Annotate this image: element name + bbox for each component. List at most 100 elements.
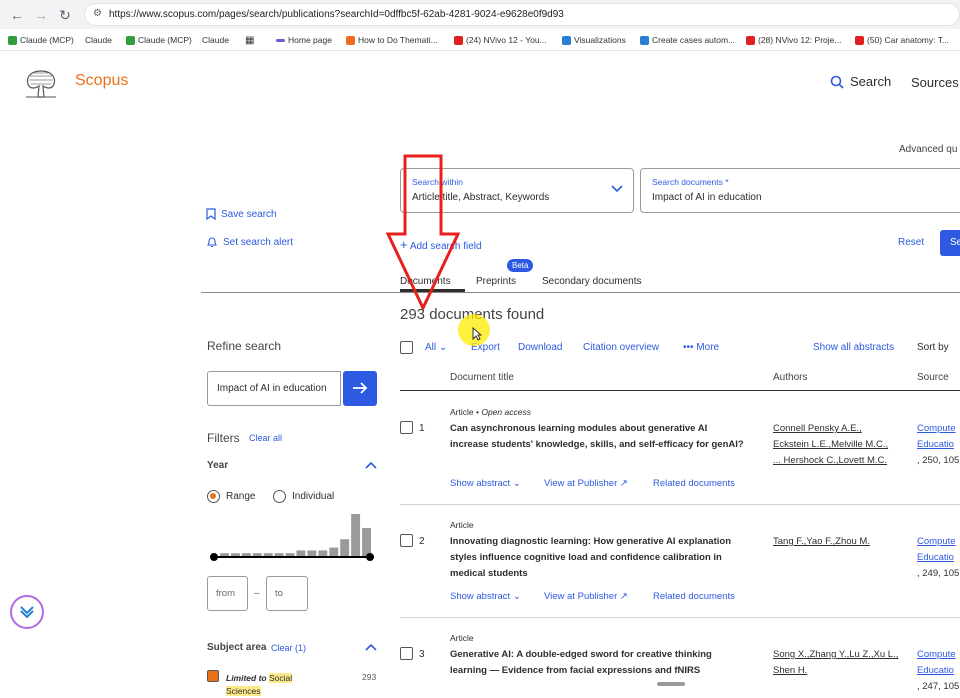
authors-list[interactable]: Connell Pensky A.E., Eckstein L.E.,Melvi… — [773, 421, 888, 469]
histogram-bar — [362, 528, 371, 556]
search-documents-field[interactable]: Search documents * Impact of AI in educa… — [640, 168, 960, 213]
column-source[interactable]: Source — [917, 372, 949, 383]
histogram-bar — [241, 553, 251, 556]
tab-secondary-documents[interactable]: Secondary documents — [542, 276, 642, 287]
save-search-link[interactable]: Save search — [206, 208, 277, 220]
more-menu-button[interactable]: ••• More — [683, 342, 719, 353]
search-icon — [830, 75, 844, 89]
refine-search-input[interactable]: Impact of AI in education — [207, 371, 341, 406]
external-link-icon: ↗ — [619, 591, 628, 602]
year-individual-radio[interactable] — [273, 490, 286, 503]
bookmark-item[interactable]: Claude — [202, 34, 229, 46]
show-abstract-button[interactable]: Show abstract ⌄ — [450, 478, 521, 489]
search-within-value: Article title, Abstract, Keywords — [412, 192, 550, 203]
related-documents-link[interactable]: Related documents — [653, 591, 735, 602]
select-all-dropdown[interactable]: All ⌄ — [425, 342, 447, 353]
source-link[interactable]: Compute Educatio , 250, 105 — [917, 421, 959, 469]
bookmark-item[interactable]: How to Do Themati... — [346, 34, 438, 46]
assistant-widget-button[interactable] — [10, 595, 44, 629]
document-title-link[interactable]: Can asynchronous learning modules about … — [450, 421, 744, 453]
search-submit-button[interactable]: Se — [940, 230, 960, 256]
document-type: Article — [450, 520, 474, 530]
bookmark-item[interactable]: Visualizations — [562, 34, 626, 46]
youtube-icon — [454, 35, 463, 45]
year-individual-label: Individual — [292, 491, 335, 502]
apps-grid-icon[interactable]: ▦ — [245, 34, 254, 46]
subject-checkbox[interactable] — [207, 670, 219, 682]
bookmark-item[interactable]: Claude (MCP) — [8, 34, 74, 46]
authors-list[interactable]: Song X.,Zhang Y.,Lu Z.,Xu L., Shen H. — [773, 647, 898, 679]
bookmark-item[interactable]: Claude — [85, 34, 112, 46]
set-search-alert-link[interactable]: Set search alert — [206, 236, 293, 248]
bookmark-item[interactable]: (50) Car anatomy: T... — [855, 34, 949, 46]
chevron-up-icon[interactable] — [365, 643, 377, 651]
bookmark-item[interactable]: (28) NVivo 12: Proje... — [746, 34, 841, 46]
plus-icon: + — [400, 237, 408, 252]
site-icon — [640, 35, 649, 45]
result-checkbox[interactable] — [400, 647, 413, 660]
advanced-query-link[interactable]: Advanced qu — [899, 144, 957, 155]
column-authors[interactable]: Authors — [773, 372, 807, 383]
subject-item-label: Limited to Social Sciences — [226, 673, 293, 696]
authors-list[interactable]: Tang F.,Yao F.,Zhou M. — [773, 534, 870, 550]
histogram-bar — [296, 550, 306, 556]
result-checkbox[interactable] — [400, 534, 413, 547]
clear-all-filters-link[interactable]: Clear all — [249, 433, 282, 443]
header-sources-link[interactable]: Sources — [911, 75, 959, 90]
chevron-up-icon[interactable] — [365, 461, 377, 469]
external-link-icon: ↗ — [619, 478, 628, 489]
document-title-link[interactable]: Generative AI: A double-edged sword for … — [450, 647, 712, 679]
refine-submit-button[interactable] — [343, 371, 377, 406]
source-link[interactable]: Compute Educatio , 249, 105 — [917, 534, 959, 582]
beta-badge: Beta — [507, 259, 534, 272]
histogram-bar — [230, 553, 240, 556]
year-range-radio[interactable] — [207, 490, 220, 503]
search-within-select[interactable]: Search within Article title, Abstract, K… — [400, 168, 634, 213]
search-within-label: Search within — [412, 177, 464, 187]
scroll-indicator[interactable] — [657, 682, 685, 686]
document-type: Article • Open access — [450, 407, 531, 417]
show-abstract-button[interactable]: Show abstract ⌄ — [450, 591, 521, 602]
year-to-input[interactable]: to — [266, 576, 308, 611]
subject-clear-link[interactable]: Clear (1) — [271, 643, 306, 653]
result-checkbox[interactable] — [400, 421, 413, 434]
histogram-bar — [340, 539, 350, 556]
related-documents-link[interactable]: Related documents — [653, 478, 735, 489]
browser-toolbar: ← → ↻ ⚙ https://www.scopus.com/pages/sea… — [0, 0, 960, 29]
elsevier-logo-icon[interactable] — [22, 66, 60, 100]
scopus-logo[interactable]: Scopus — [75, 72, 128, 90]
view-at-publisher-link[interactable]: View at Publisher ↗ — [544, 478, 628, 489]
source-link[interactable]: Compute Educatio , 247, 105 — [917, 647, 959, 695]
year-slider-max-handle[interactable] — [366, 553, 374, 561]
back-icon[interactable]: ← — [8, 6, 26, 24]
url-text: https://www.scopus.com/pages/search/publ… — [109, 9, 564, 20]
bookmark-item[interactable]: Claude (MCP) — [126, 34, 192, 46]
address-bar[interactable]: ⚙ https://www.scopus.com/pages/search/pu… — [84, 3, 960, 26]
year-slider-min-handle[interactable] — [210, 553, 218, 561]
year-from-input[interactable]: from — [207, 576, 248, 611]
download-button[interactable]: Download — [518, 342, 562, 353]
bell-icon — [207, 237, 217, 248]
citation-overview-button[interactable]: Citation overview — [583, 342, 659, 353]
forward-icon[interactable]: → — [32, 6, 50, 24]
reload-icon[interactable]: ↻ — [56, 6, 74, 24]
reset-button[interactable]: Reset — [898, 237, 924, 248]
tab-documents[interactable]: Documents — [400, 276, 451, 287]
sort-by-label[interactable]: Sort by — [917, 342, 949, 353]
open-access-label: Open access — [481, 407, 531, 417]
show-all-abstracts-button[interactable]: Show all abstracts — [813, 342, 894, 353]
document-title-link[interactable]: Innovating diagnostic learning: How gene… — [450, 534, 731, 582]
add-search-field-button[interactable]: + Add search field — [400, 237, 482, 252]
header-divider — [400, 390, 960, 391]
header-search-button[interactable]: Search — [830, 74, 891, 89]
site-info-icon[interactable]: ⚙ — [93, 8, 102, 19]
result-number: 3 — [419, 649, 425, 660]
bookmark-item[interactable]: (24) NVivo 12 - You... — [454, 34, 547, 46]
column-document-title[interactable]: Document title — [450, 372, 514, 383]
bookmark-item[interactable]: Create cases autom... — [640, 34, 735, 46]
bookmark-item[interactable]: Home page — [276, 34, 332, 46]
view-at-publisher-link[interactable]: View at Publisher ↗ — [544, 591, 628, 602]
tab-preprints[interactable]: Preprints — [476, 276, 516, 287]
chevron-down-double-icon — [20, 606, 34, 619]
select-all-checkbox[interactable] — [400, 341, 413, 354]
